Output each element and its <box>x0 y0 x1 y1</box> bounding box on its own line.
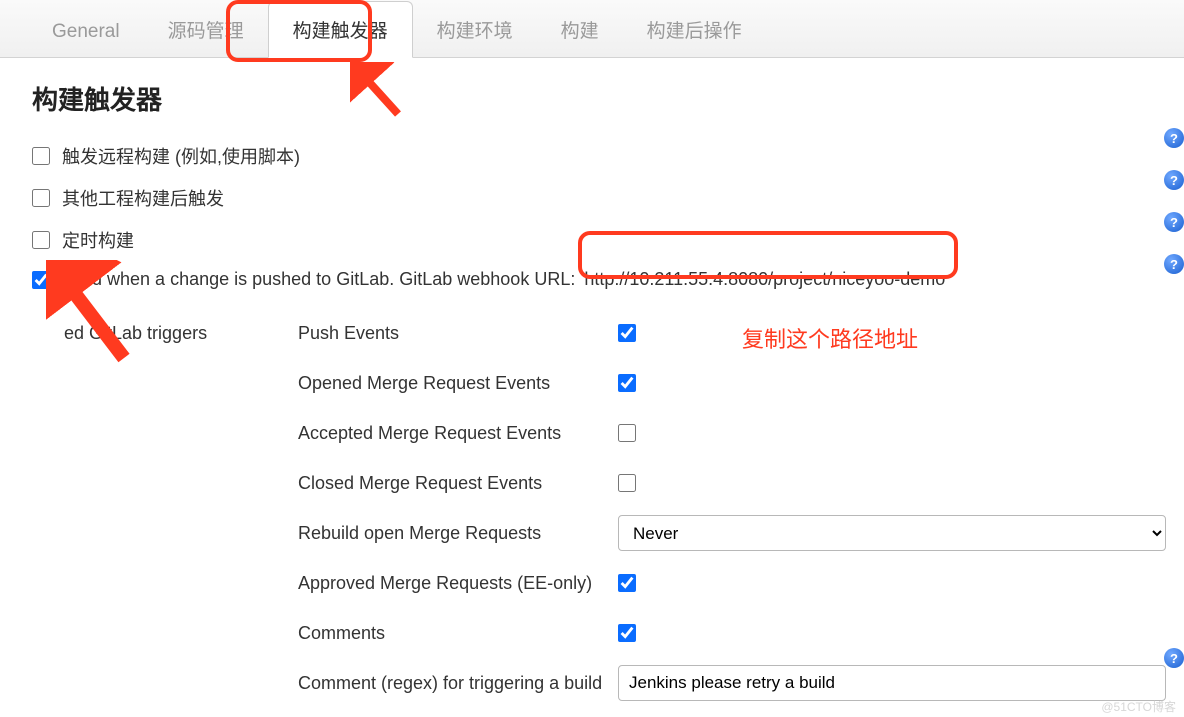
tab-build-env[interactable]: 构建环境 <box>413 2 537 57</box>
select-rebuild-open-mr[interactable]: Never <box>618 515 1166 551</box>
checkbox-comments[interactable] <box>618 624 636 642</box>
checkbox-accepted-mr[interactable] <box>618 424 636 442</box>
checkbox-remote-trigger[interactable] <box>32 147 50 165</box>
tab-build-triggers[interactable]: 构建触发器 <box>268 1 413 58</box>
tab-post-build[interactable]: 构建后操作 <box>623 2 766 57</box>
trigger-approved-mr-label: Approved Merge Requests (EE-only) <box>298 573 618 594</box>
annotation-copy-hint: 复制这个路径地址 <box>742 322 918 354</box>
checkbox-cron[interactable] <box>32 231 50 249</box>
section-title: 构建触发器 <box>32 80 1184 117</box>
help-icon[interactable]: ? <box>1164 648 1184 668</box>
option-cron-label: 定时构建 <box>62 227 134 253</box>
help-icon[interactable]: ? <box>1164 170 1184 190</box>
option-gitlab-push-label: Build when a change is pushed to GitLab.… <box>62 269 945 290</box>
option-cron[interactable]: 定时构建 <box>32 227 1184 253</box>
help-icon[interactable]: ? <box>1164 254 1184 274</box>
tab-scm[interactable]: 源码管理 <box>144 2 268 57</box>
option-after-other-label: 其他工程构建后触发 <box>62 185 224 211</box>
gitlab-webhook-url: http://10.211.55.4:8080/project/niceyoo-… <box>584 269 945 289</box>
config-tabs: General 源码管理 构建触发器 构建环境 构建 构建后操作 <box>0 0 1184 58</box>
trigger-closed-mr-label: Closed Merge Request Events <box>298 473 618 494</box>
checkbox-push-events[interactable] <box>618 324 636 342</box>
checkbox-closed-mr[interactable] <box>618 474 636 492</box>
option-after-other[interactable]: 其他工程构建后触发 <box>32 185 1184 211</box>
checkbox-approved-mr[interactable] <box>618 574 636 592</box>
input-comment-regex[interactable] <box>618 665 1166 701</box>
trigger-opened-mr-label: Opened Merge Request Events <box>298 373 618 394</box>
gitlab-triggers-block: ed GitLab triggers Push Events Opened Me… <box>64 308 1184 708</box>
option-remote-trigger-label: 触发远程构建 (例如,使用脚本) <box>62 143 300 169</box>
trigger-rebuild-open-label: Rebuild open Merge Requests <box>298 523 618 544</box>
checkbox-opened-mr[interactable] <box>618 374 636 392</box>
trigger-push-label: Push Events <box>298 323 618 344</box>
enabled-triggers-label: ed GitLab triggers <box>64 323 298 344</box>
option-gitlab-push[interactable]: Build when a change is pushed to GitLab.… <box>32 269 1184 290</box>
help-icon[interactable]: ? <box>1164 128 1184 148</box>
help-icon[interactable]: ? <box>1164 212 1184 232</box>
option-remote-trigger[interactable]: 触发远程构建 (例如,使用脚本) <box>32 143 1184 169</box>
trigger-accepted-mr-label: Accepted Merge Request Events <box>298 423 618 444</box>
gitlab-label-prefix: Build when a change is pushed to GitLab.… <box>62 269 575 289</box>
tab-general[interactable]: General <box>28 7 144 57</box>
trigger-comment-regex-label: Comment (regex) for triggering a build <box>298 673 618 694</box>
checkbox-after-other[interactable] <box>32 189 50 207</box>
checkbox-gitlab-push[interactable] <box>32 271 50 289</box>
tab-build[interactable]: 构建 <box>537 2 623 57</box>
trigger-options: 触发远程构建 (例如,使用脚本) 其他工程构建后触发 定时构建 Build wh… <box>32 143 1184 290</box>
help-icons-column: ? ? ? ? <box>1164 128 1184 274</box>
watermark: @51CTO博客 <box>1101 698 1176 715</box>
trigger-comments-label: Comments <box>298 623 618 644</box>
